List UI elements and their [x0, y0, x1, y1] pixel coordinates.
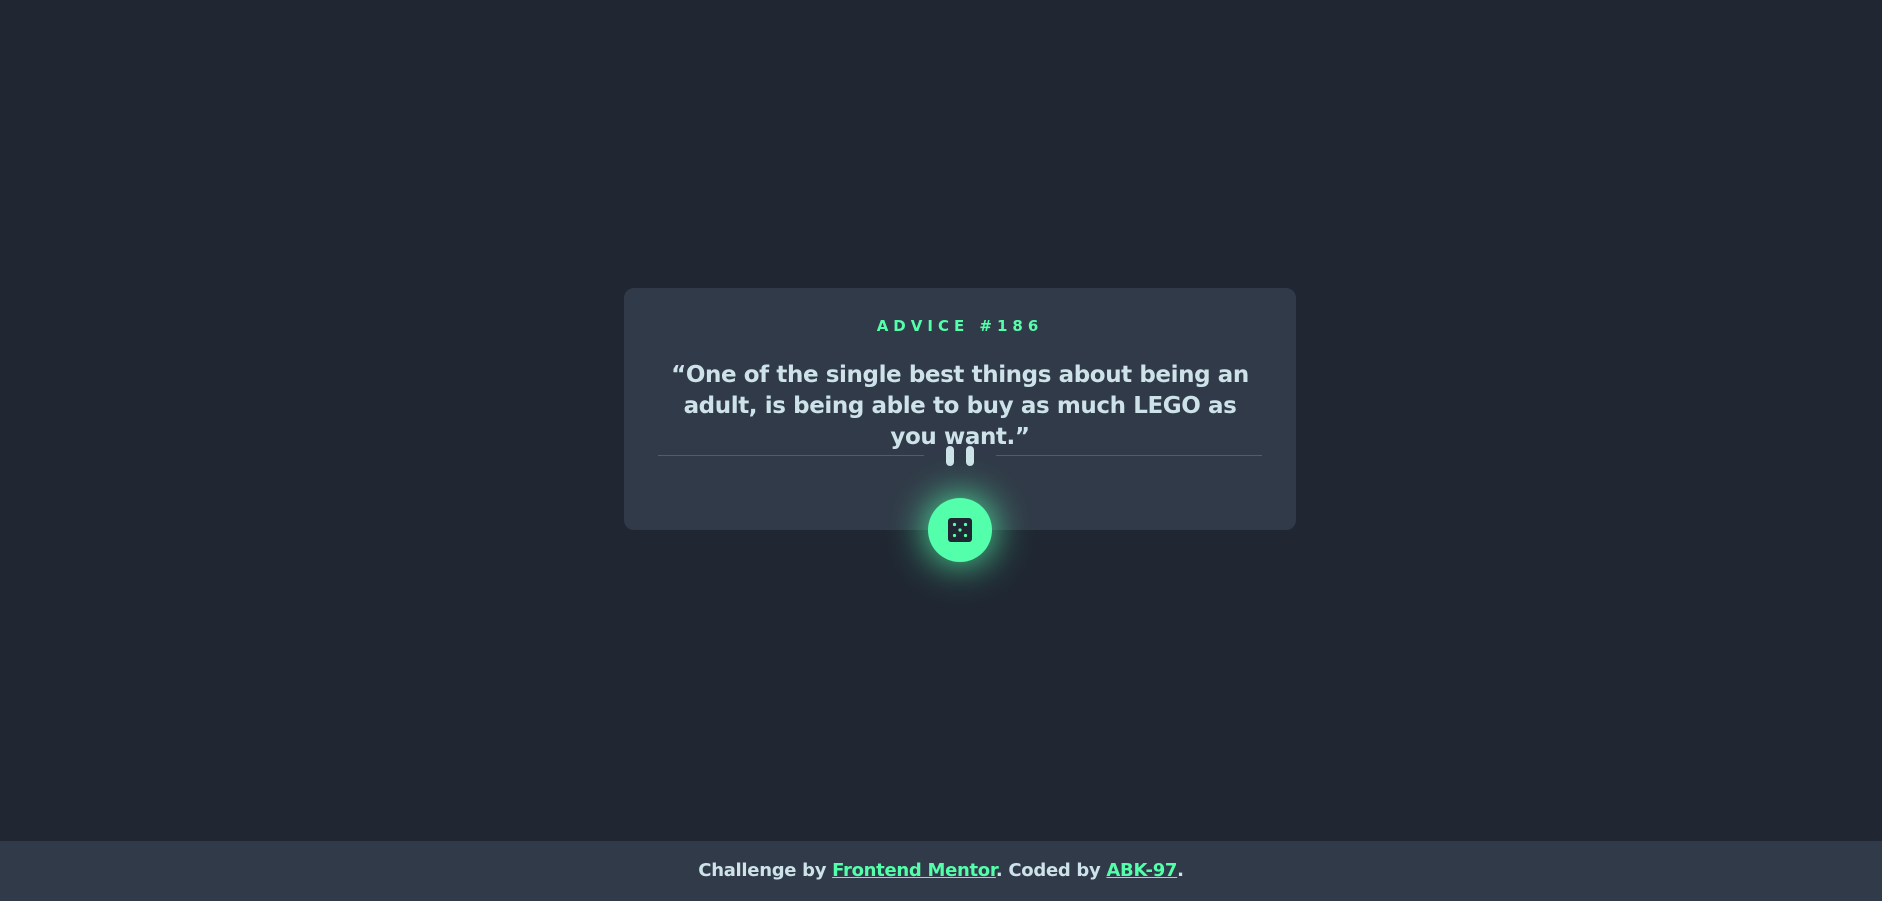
divider-line-right: [996, 455, 1262, 456]
frontend-mentor-link[interactable]: Frontend Mentor: [832, 860, 996, 881]
divider-line-left: [658, 455, 924, 456]
advice-id: ADVICE #186: [876, 317, 1044, 335]
footer: Challenge by Frontend Mentor. Coded by A…: [0, 841, 1882, 901]
dice-icon: [948, 518, 972, 542]
pause-icon: [946, 446, 974, 466]
author-link[interactable]: ABK-97: [1106, 860, 1177, 881]
advice-card: ADVICE #186 “One of the single best thin…: [624, 288, 1296, 530]
advice-quote: “One of the single best things about bei…: [671, 362, 1249, 450]
footer-middle: . Coded by: [995, 860, 1107, 881]
footer-prefix: Challenge by: [698, 860, 833, 881]
footer-suffix: .: [1177, 860, 1184, 881]
new-advice-button[interactable]: [928, 498, 992, 562]
divider: [658, 446, 1262, 466]
